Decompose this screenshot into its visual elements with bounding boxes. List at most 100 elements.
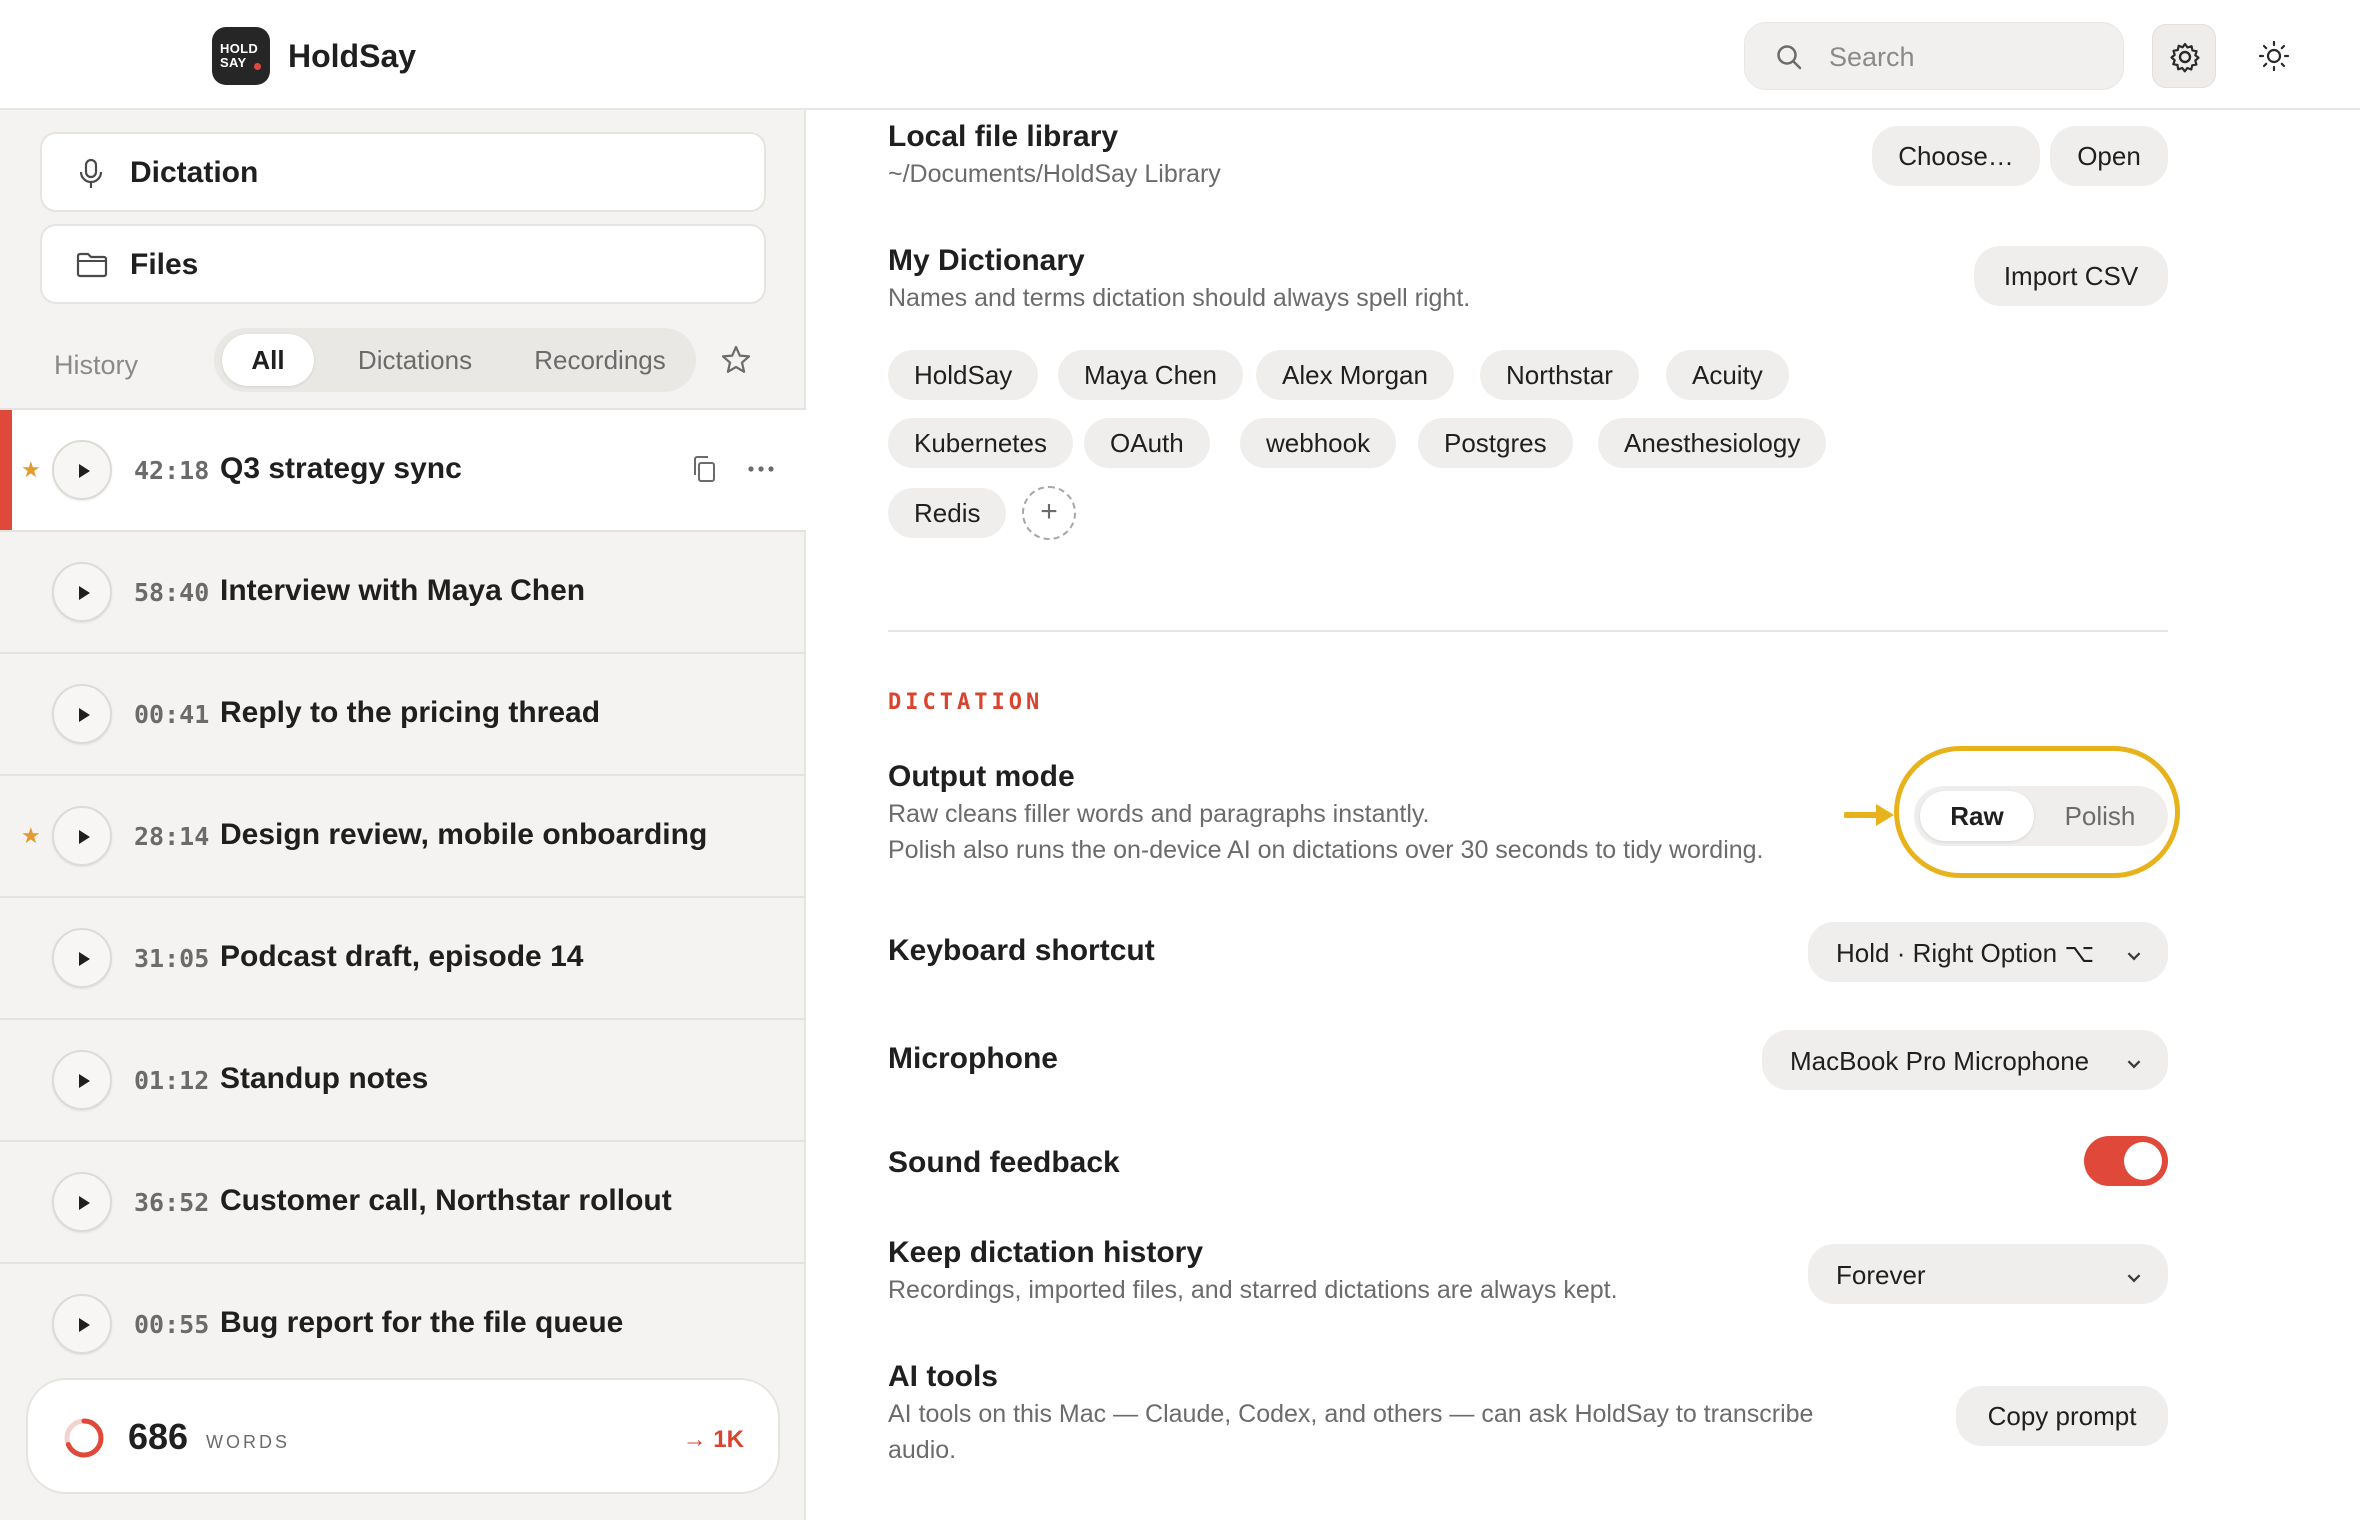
folder-icon [76,252,108,278]
dictionary-chip[interactable]: Postgres [1418,418,1573,468]
history-retention-title: Keep dictation history [888,1236,1204,1269]
theme-toggle-button[interactable] [2242,24,2306,88]
output-mode-desc-line1: Raw cleans filler words and paragraphs i… [888,800,1430,828]
settings-panel: Local file library ~/Documents/HoldSay L… [808,110,2360,1520]
row-title: Reply to the pricing thread [220,696,601,729]
play-button[interactable] [52,1294,112,1354]
import-csv-button[interactable]: Import CSV [1974,246,2168,306]
star-filter-icon[interactable] [720,344,752,376]
word-count-card: 686 WORDS → 1K [26,1378,780,1494]
chevron-down-icon [2127,947,2141,961]
play-button[interactable] [52,1050,112,1110]
row-title: Podcast draft, episode 14 [220,940,584,973]
output-mode-title: Output mode [888,760,1075,793]
chevron-down-icon [2127,1055,2141,1069]
gear-icon [2170,42,2200,73]
ai-tools-desc-line2: audio. [888,1436,957,1464]
logo-dot [254,63,261,70]
dictionary-chip[interactable]: Acuity [1666,350,1789,400]
microphone-icon [79,158,103,188]
microphone-title: Microphone [888,1042,1058,1075]
output-mode-segmented: Raw Polish [1914,786,2168,846]
filter-dictations[interactable]: Dictations [320,334,510,386]
sound-feedback-toggle[interactable] [2084,1136,2168,1186]
dictionary-title: My Dictionary [888,244,1085,277]
library-title: Local file library [888,120,1119,153]
microphone-value: MacBook Pro Microphone [1790,1046,2090,1076]
play-button[interactable] [52,806,112,866]
library-path: ~/Documents/HoldSay Library [888,160,1221,188]
highlight-arrow-icon [1844,804,1894,826]
app-name: HoldSay [288,38,417,74]
play-button[interactable] [52,440,112,500]
history-label: History [54,350,139,380]
microphone-select[interactable]: MacBook Pro Microphone [1762,1030,2168,1090]
dictionary-chip[interactable]: Alex Morgan [1256,350,1454,400]
history-row[interactable]: 58:40 Interview with Maya Chen [0,530,806,652]
dictionary-chip[interactable]: Maya Chen [1058,350,1243,400]
play-button[interactable] [52,684,112,744]
add-term-button[interactable]: + [1022,486,1076,540]
open-library-button[interactable]: Open [2050,126,2168,186]
row-title: Customer call, Northstar rollout [220,1184,672,1217]
dictionary-chip[interactable]: webhook [1240,418,1397,468]
history-retention-desc: Recordings, imported files, and starred … [888,1276,1618,1304]
history-filter-segmented: All Dictations Recordings [214,328,696,392]
filter-recordings[interactable]: Recordings [510,334,690,386]
play-button[interactable] [52,928,112,988]
history-row[interactable]: 01:12 Standup notes [0,1018,806,1140]
shortcut-title: Keyboard shortcut [888,934,1155,967]
shortcut-select[interactable]: Hold · Right Option ⌥ [1808,922,2168,982]
row-title: Bug report for the file queue [220,1306,624,1339]
row-title: Design review, mobile onboarding [220,818,708,851]
row-duration: 42:18 [134,456,210,485]
search-icon [1777,45,1802,70]
dictionary-chip[interactable]: OAuth [1084,418,1210,468]
history-retention-select[interactable]: Forever [1808,1244,2168,1304]
ai-tools-desc-line1: AI tools on this Mac — Claude, Codex, an… [888,1400,1814,1428]
row-title: Interview with Maya Chen [220,574,586,607]
copy-prompt-button[interactable]: Copy prompt [1956,1386,2168,1446]
nav-files-label: Files [130,248,199,281]
word-count-unit: WORDS [206,1432,290,1452]
row-duration: 31:05 [134,944,210,973]
choose-library-button[interactable]: Choose… [1872,126,2040,186]
dictionary-chip[interactable]: HoldSay [888,350,1039,400]
row-duration: 28:14 [134,822,210,851]
settings-button[interactable] [2152,24,2216,88]
history-row[interactable]: 00:55 Bug report for the file queue [0,1262,806,1384]
history-row[interactable]: ★ 42:18 Q3 strategy sync [0,408,806,532]
starred-icon: ★ [21,457,41,482]
row-duration: 00:41 [134,700,210,729]
history-row[interactable]: 31:05 Podcast draft, episode 14 [0,896,806,1018]
copy-icon[interactable] [690,454,718,484]
search-placeholder: Search [1829,42,1915,72]
output-mode-raw[interactable]: Raw [1920,791,2034,841]
word-goal: → 1K [682,1426,744,1453]
logo-text-line2: SAY [220,55,247,70]
history-row[interactable]: ★ 28:14 Design review, mobile onboarding [0,774,806,896]
search-input[interactable]: Search [1744,22,2124,90]
more-options-icon[interactable] [746,454,776,484]
dictionary-chip[interactable]: Anesthesiology [1598,418,1827,468]
history-retention-value: Forever [1836,1260,1926,1290]
filter-all[interactable]: All [222,334,314,386]
history-row[interactable]: 36:52 Customer call, Northstar rollout [0,1140,806,1262]
dictionary-chip[interactable]: Redis [888,488,1007,538]
row-duration: 36:52 [134,1188,210,1217]
dictionary-desc: Names and terms dictation should always … [888,284,1471,312]
word-progress-ring [64,1418,104,1458]
dictionary-chip[interactable]: Northstar [1480,350,1639,400]
section-divider [888,630,2168,632]
history-row[interactable]: 00:41 Reply to the pricing thread [0,652,806,774]
row-duration: 01:12 [134,1066,210,1095]
play-button[interactable] [52,562,112,622]
nav-dictation[interactable]: Dictation [40,132,766,212]
play-button[interactable] [52,1172,112,1232]
app-logo: HOLD SAY [212,27,270,85]
dictionary-chip[interactable]: Kubernetes [888,418,1073,468]
nav-files[interactable]: Files [40,224,766,304]
output-mode-polish[interactable]: Polish [2038,791,2162,841]
sound-feedback-title: Sound feedback [888,1146,1120,1179]
row-title: Q3 strategy sync [220,452,462,485]
